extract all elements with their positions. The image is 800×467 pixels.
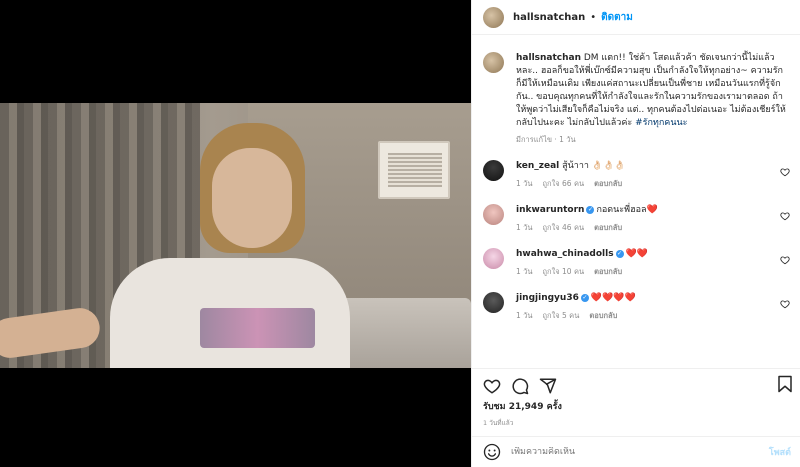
heart-icon[interactable] [780,255,790,265]
caption-avatar[interactable] [483,52,504,73]
commenter-avatar[interactable] [483,292,504,313]
caption-hashtag[interactable]: #รักทุกคนนะ [635,118,687,128]
verified-badge-icon: ✓ [586,206,595,214]
comment-icon[interactable] [511,377,529,395]
comment-input[interactable] [511,447,751,457]
follow-button[interactable]: ติดตาม [601,10,633,25]
comment-likes[interactable]: ถูกใจ 46 คน [543,223,585,232]
comment-item: hwahwa_chinadolls ✓ ❤️❤️ 1 วัน ถูกใจ 10 คน ต… [483,248,790,278]
comment-age: 1 วัน [516,311,533,320]
emoji-icon[interactable] [483,443,501,461]
instagram-post-view: hallsnatchan • ติดตาม hallsnatchan DM แต… [0,0,800,467]
separator-dot: • [590,11,597,23]
heart-icon[interactable] [483,377,501,395]
caption-text: hallsnatchan DM แตก!! ใช่ค้า โสดแล้วค้า … [516,52,786,130]
comment-likes[interactable]: ถูกใจ 5 คน [543,311,580,320]
comments-list[interactable]: hallsnatchan DM แตก!! ใช่ค้า โสดแล้วค้า … [472,36,800,361]
post-header: hallsnatchan • ติดตาม [472,0,800,35]
shirt-print [200,308,315,348]
commenter-avatar[interactable] [483,248,504,269]
commenter-username[interactable]: jingjingyu36 [516,293,579,303]
reply-button[interactable]: ตอบกลับ [589,311,617,320]
commenter-username[interactable]: hwahwa_chinadolls [516,249,614,259]
commenter-avatar[interactable] [483,204,504,225]
comment-text: สู้น้าาา 👌🏻👌🏻👌🏻 [562,161,626,171]
action-bar [472,368,800,396]
author-avatar[interactable] [483,6,504,28]
comment-text: กอดนะพี่ฮอล❤️ [596,205,658,215]
add-comment-bar: โพสต์ [472,436,800,467]
heart-icon[interactable] [780,299,790,309]
verified-badge-icon: ✓ [615,250,624,258]
comment-age: 1 วัน [516,267,533,276]
post-comment-button[interactable]: โพสต์ [769,445,791,459]
comment-item: jingjingyu36 ✓ ❤️❤️❤️❤️ 1 วัน ถูกใจ 5 คน ตอบ… [483,292,790,322]
comment-item: ken_zeal สู้น้าาา 👌🏻👌🏻👌🏻 1 วัน ถูกใจ 66 ค… [483,160,790,190]
commenter-avatar[interactable] [483,160,504,181]
post-sidebar: hallsnatchan • ติดตาม hallsnatchan DM แต… [471,0,800,467]
post-timestamp[interactable]: 1 วันที่แล้ว [483,418,513,428]
heart-icon[interactable] [780,167,790,177]
caption-meta: มีการแก้ไข · 1 วัน [516,135,576,144]
post-video[interactable] [0,103,471,368]
comment-age: 1 วัน [516,223,533,232]
commenter-username[interactable]: inkwaruntorn [516,205,584,215]
view-count[interactable]: รับชม 21,949 ครั้ง [483,399,562,413]
comment-age: 1 วัน [516,179,533,188]
person-face [212,148,292,248]
comment-text: ❤️❤️ [625,249,648,259]
comment-item: inkwaruntorn ✓ กอดนะพี่ฮอล❤️ 1 วัน ถูกใจ 46… [483,204,790,234]
commenter-username[interactable]: ken_zeal [516,161,559,171]
bookmark-icon[interactable] [777,375,793,393]
author-username[interactable]: hallsnatchan [513,12,585,23]
share-icon[interactable] [539,377,557,395]
heart-icon[interactable] [780,211,790,221]
reply-button[interactable]: ตอบกลับ [594,179,622,188]
comment-likes[interactable]: ถูกใจ 10 คน [543,267,585,276]
verified-badge-icon: ✓ [580,294,589,302]
comment-likes[interactable]: ถูกใจ 66 คน [543,179,585,188]
post-caption: hallsnatchan DM แตก!! ใช่ค้า โสดแล้วค้า … [483,52,790,130]
comment-text: ❤️❤️❤️❤️ [590,293,636,303]
air-conditioner [378,141,450,199]
caption-body: DM แตก!! ใช่ค้า โสดแล้วค้า ชัดเจนกว่านี้… [516,53,786,128]
reply-button[interactable]: ตอบกลับ [594,223,622,232]
sofa [330,298,471,368]
reply-button[interactable]: ตอบกลับ [594,267,622,276]
caption-username[interactable]: hallsnatchan [516,53,581,63]
media-panel [0,0,471,467]
